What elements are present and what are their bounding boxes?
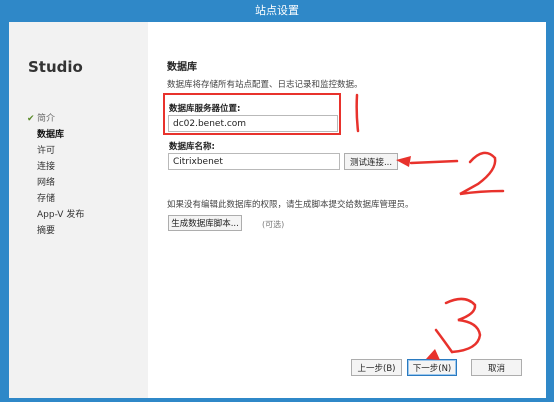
checkmark-icon: ✔ (27, 114, 35, 124)
permission-note: 如果没有编辑此数据库的权限，请生成脚本提交给数据库管理员。 (167, 200, 414, 210)
next-button[interactable]: 下一步(N) (407, 359, 457, 376)
sidebar-item-summary: 摘要 (27, 223, 84, 239)
back-button[interactable]: 上一步(B) (351, 359, 402, 376)
database-name-input[interactable] (168, 153, 340, 170)
sidebar-item-database: 数据库 (27, 127, 84, 143)
optional-label: (可选) (262, 220, 285, 229)
window-frame-bottom (0, 398, 554, 402)
sidebar-item-licensing: 许可 (27, 143, 84, 159)
sidebar-item-label: 存储 (37, 194, 56, 204)
sidebar-item-label: 连接 (37, 162, 56, 172)
window-title-bar: 站点设置 (0, 0, 554, 22)
page-title: 数据库 (167, 62, 197, 73)
sidebar-item-intro: ✔ 简介 (27, 111, 84, 127)
window-title: 站点设置 (255, 4, 299, 17)
cancel-button[interactable]: 取消 (471, 359, 522, 376)
window-frame-right (546, 22, 554, 402)
sidebar-item-appv: App-V 发布 (27, 207, 84, 223)
generate-script-button[interactable]: 生成数据库脚本... (168, 215, 242, 231)
sidebar-item-connection: 连接 (27, 159, 84, 175)
sidebar-item-label: App-V 发布 (37, 210, 85, 220)
test-connection-button[interactable]: 测试连接... (344, 153, 398, 170)
sidebar-item-label: 数据库 (37, 130, 65, 140)
app-title: Studio (28, 58, 83, 76)
window-frame-left (0, 22, 9, 402)
wizard-sidebar: Studio ✔ 简介 数据库 许可 连接 网络 存储 App-V 发布 摘要 (9, 22, 148, 398)
sidebar-item-network: 网络 (27, 175, 84, 191)
sidebar-item-storage: 存储 (27, 191, 84, 207)
sidebar-item-label: 网络 (37, 178, 56, 188)
database-name-label: 数据库名称: (169, 142, 215, 152)
wizard-client-area: Studio ✔ 简介 数据库 许可 连接 网络 存储 App-V 发布 摘要 … (9, 22, 546, 398)
sidebar-item-label: 简介 (37, 114, 56, 124)
page-description: 数据库将存储所有站点配置、日志记录和监控数据。 (167, 80, 363, 90)
server-location-label: 数据库服务器位置: (169, 104, 241, 114)
wizard-steps-nav: ✔ 简介 数据库 许可 连接 网络 存储 App-V 发布 摘要 (27, 111, 84, 239)
sidebar-item-label: 摘要 (37, 226, 56, 236)
server-location-input[interactable] (168, 115, 338, 132)
sidebar-item-label: 许可 (37, 146, 56, 156)
